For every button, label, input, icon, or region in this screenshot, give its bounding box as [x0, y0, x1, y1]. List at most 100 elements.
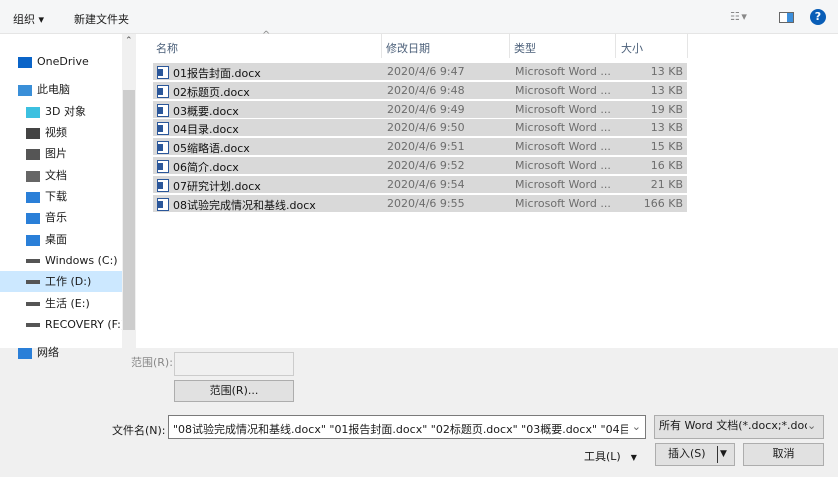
sidebar-item[interactable]: 文档 [0, 165, 122, 186]
file-type-select[interactable]: 所有 Word 文档(*.docx;*.docx)⌄ [654, 415, 824, 439]
file-type: Microsoft Word ... [515, 177, 611, 191]
file-row[interactable]: 06简介.docx 2020/4/6 9:52 Microsoft Word .… [153, 157, 687, 175]
insert-dropdown-icon[interactable]: ▼ [720, 444, 727, 464]
sidebar-item-label: 音乐 [45, 211, 67, 224]
desktop-icon [26, 234, 40, 246]
file-row[interactable]: 08试验完成情况和基线.docx 2020/4/6 9:55 Microsoft… [153, 194, 687, 213]
sidebar-item[interactable]: 桌面 [0, 229, 122, 250]
new-folder-button[interactable]: 新建文件夹 [74, 11, 129, 27]
organize-button[interactable]: 组织 ▾ [13, 11, 44, 27]
file-row[interactable]: 02标题页.docx 2020/4/6 9:48 Microsoft Word … [153, 81, 687, 100]
file-row[interactable]: 07研究计划.docx 2020/4/6 9:54 Microsoft Word… [153, 175, 687, 194]
file-size: 13 KB [650, 65, 683, 78]
sidebar-item[interactable]: 音乐 [0, 207, 122, 228]
preview-pane-icon[interactable] [779, 12, 794, 23]
word-document-icon [157, 141, 169, 155]
navigation-pane: OneDrive 此电脑 3D 对象视频图片文档下载音乐桌面 Windows (C:)… [0, 34, 125, 359]
range-button[interactable]: 范围(R)... [174, 380, 294, 402]
insert-button[interactable]: 插入(S) ▼ [655, 443, 735, 466]
sidebar-item-label: 3D 对象 [45, 105, 86, 118]
sidebar-item[interactable]: 网络 [0, 342, 122, 363]
file-name: 01报告封面.docx [173, 67, 261, 80]
cloud-icon [18, 56, 32, 68]
cancel-button[interactable]: 取消 [743, 443, 824, 466]
file-size: 19 KB [650, 102, 683, 116]
sidebar-item[interactable]: 视频 [0, 122, 122, 143]
file-row[interactable]: 05缩略语.docx 2020/4/6 9:51 Microsoft Word … [153, 138, 687, 157]
sidebar-item[interactable]: 此电脑 [0, 79, 122, 100]
file-name: 02标题页.docx [173, 85, 250, 99]
range-label: 范围(R): [131, 356, 173, 369]
file-list: ^ 名称 修改日期 类型 大小 01报告封面.docx 2020/4/6 9:4… [136, 30, 838, 348]
file-row[interactable]: 01报告封面.docx 2020/4/6 9:47 Microsoft Word… [153, 63, 687, 81]
file-row[interactable]: 04目录.docx 2020/4/6 9:50 Microsoft Word .… [153, 119, 687, 138]
word-document-icon [157, 84, 169, 98]
file-name: 07研究计划.docx [173, 179, 261, 193]
file-size: 166 KB [643, 196, 683, 210]
column-header-size[interactable]: 大小 [621, 40, 643, 56]
file-name: 04目录.docx [173, 123, 239, 137]
file-type: Microsoft Word ... [515, 102, 611, 116]
file-date: 2020/4/6 9:51 [387, 140, 465, 154]
chevron-down-icon[interactable]: ⌄ [632, 420, 641, 433]
picture-icon [26, 148, 40, 160]
sidebar-item[interactable]: RECOVERY (F:) [0, 314, 125, 335]
column-header-date[interactable]: 修改日期 [386, 40, 430, 56]
range-field [174, 352, 294, 376]
drive-icon [26, 302, 40, 306]
filename-input[interactable]: "08试验完成情况和基线.docx" "01报告封面.docx" "02标题页.… [168, 415, 646, 439]
video-icon [26, 127, 40, 139]
file-size: 15 KB [650, 140, 683, 154]
sidebar-item[interactable]: 生活 (E:) [0, 293, 122, 314]
file-name: 03概要.docx [173, 104, 239, 118]
file-size: 13 KB [650, 83, 683, 97]
toolbar: 组织 ▾ 新建文件夹 ☷ ▾ ? [0, 0, 838, 34]
file-date: 2020/4/6 9:48 [387, 83, 465, 97]
sidebar-item[interactable]: 图片 [0, 143, 122, 164]
sidebar-item[interactable]: Windows (C:) [0, 250, 122, 271]
file-date: 2020/4/6 9:54 [387, 177, 465, 191]
computer-icon [18, 84, 32, 96]
word-document-icon [157, 66, 169, 79]
filename-label: 文件名(N): [112, 424, 166, 437]
scroll-up-icon[interactable]: ⌃ [125, 36, 133, 46]
file-row[interactable]: 03概要.docx 2020/4/6 9:49 Microsoft Word .… [153, 100, 687, 119]
sidebar-item[interactable]: 下载 [0, 186, 122, 207]
file-type: Microsoft Word ... [515, 159, 611, 172]
sidebar-item-label: 文档 [45, 169, 67, 182]
file-size: 21 KB [650, 177, 683, 191]
sidebar-item-label: 图片 [45, 147, 67, 160]
sidebar-item-label: 生活 (E:) [45, 297, 90, 310]
cube-icon [26, 106, 40, 118]
file-name: 05缩略语.docx [173, 142, 250, 156]
drive-icon [26, 259, 40, 263]
tools-menu[interactable]: 工具(L) ▼ [584, 448, 637, 464]
sidebar-item-label: 网络 [37, 346, 59, 359]
sidebar-item-label: 工作 (D:) [45, 275, 92, 288]
sidebar-item[interactable]: 3D 对象 [0, 101, 122, 122]
sidebar-item-label: OneDrive [37, 55, 89, 68]
file-date: 2020/4/6 9:47 [387, 65, 465, 78]
file-date: 2020/4/6 9:55 [387, 196, 465, 210]
sidebar-item[interactable]: OneDrive [0, 51, 122, 72]
sidebar-item-label: 下载 [45, 190, 67, 203]
file-date: 2020/4/6 9:52 [387, 159, 465, 172]
word-document-icon [157, 122, 169, 136]
scrollbar-thumb[interactable] [123, 90, 135, 330]
music-icon [26, 212, 40, 224]
column-header-name[interactable]: 名称 [156, 40, 178, 56]
file-type: Microsoft Word ... [515, 121, 611, 135]
drive-icon [26, 323, 40, 327]
view-options-icon[interactable]: ☷ ▾ [730, 10, 747, 23]
sidebar-item[interactable]: 工作 (D:) [0, 271, 122, 292]
document-icon [26, 170, 40, 182]
file-date: 2020/4/6 9:50 [387, 121, 465, 135]
download-icon [26, 191, 40, 203]
column-header-type[interactable]: 类型 [514, 40, 536, 56]
sort-ascending-icon: ^ [262, 30, 271, 41]
file-date: 2020/4/6 9:49 [387, 102, 465, 116]
word-document-icon [157, 160, 169, 173]
word-document-icon [157, 178, 169, 192]
help-icon[interactable]: ? [810, 9, 826, 25]
sidebar-item-label: 视频 [45, 126, 67, 139]
